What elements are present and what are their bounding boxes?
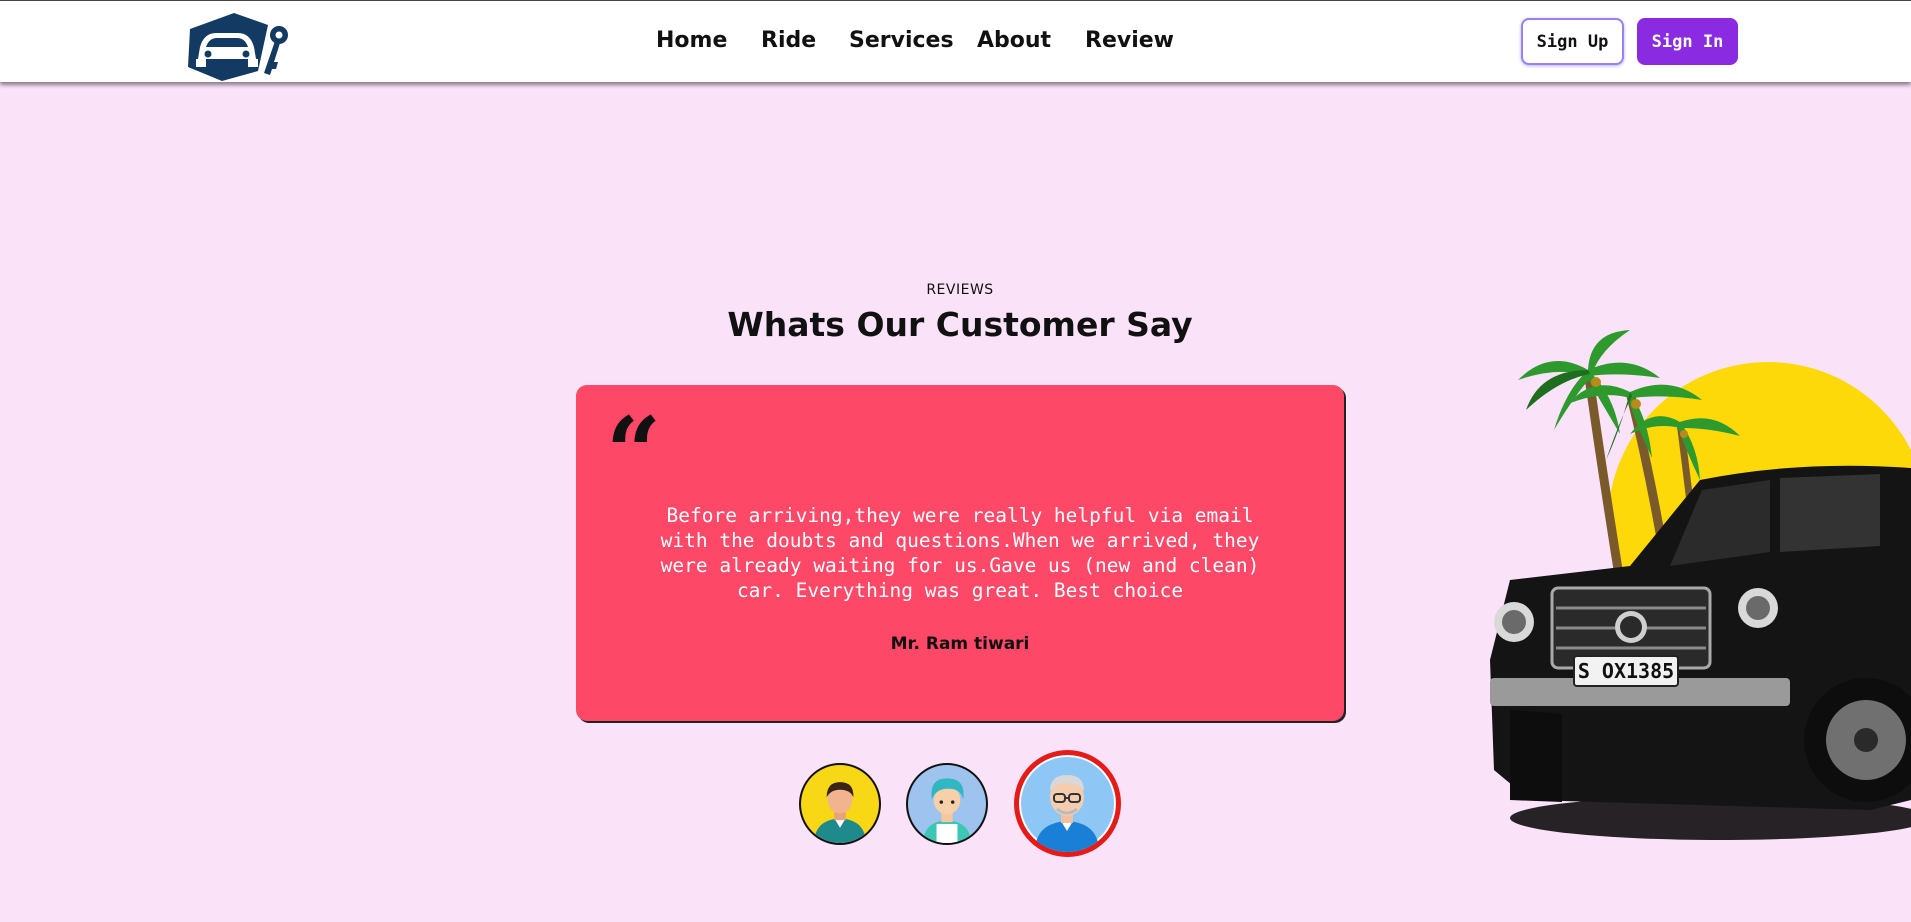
review-line: were already waiting for us.Gave us (new… — [660, 554, 1260, 577]
avatar-man-icon[interactable] — [799, 763, 881, 845]
review-card: “ Before arriving,they were really helpf… — [576, 385, 1344, 721]
avatar-teal-hair-icon[interactable] — [906, 763, 988, 845]
license-plate: S OX1385 — [1578, 659, 1674, 683]
nav-services[interactable]: Services — [849, 28, 954, 53]
main-nav: Home Ride Services About Review — [0, 1, 1911, 82]
nav-ride[interactable]: Ride — [761, 28, 816, 53]
avatar-old-man-icon[interactable] — [1014, 750, 1121, 857]
nav-review[interactable]: Review — [1085, 28, 1174, 53]
review-line: Before arriving,they were really helpful… — [666, 504, 1254, 527]
sign-up-button[interactable]: Sign Up — [1521, 18, 1624, 65]
nav-about[interactable]: About — [977, 28, 1051, 53]
suv-palm-trees-illustration: S OX1385 — [1470, 330, 1911, 850]
reviewer-name: Mr. Ram tiwari — [890, 634, 1030, 654]
section-eyebrow: REVIEWS — [926, 282, 994, 298]
sign-in-button[interactable]: Sign In — [1637, 18, 1738, 65]
review-line: with the doubts and questions.When we ar… — [660, 529, 1260, 552]
navbar: Home Ride Services About Review Sign Up … — [0, 0, 1911, 82]
nav-home[interactable]: Home — [656, 28, 727, 53]
review-line: car. Everything was great. Best choice — [736, 579, 1184, 602]
quote-icon: “ — [606, 396, 662, 509]
review-text: Before arriving,they were really helpful… — [646, 503, 1274, 603]
